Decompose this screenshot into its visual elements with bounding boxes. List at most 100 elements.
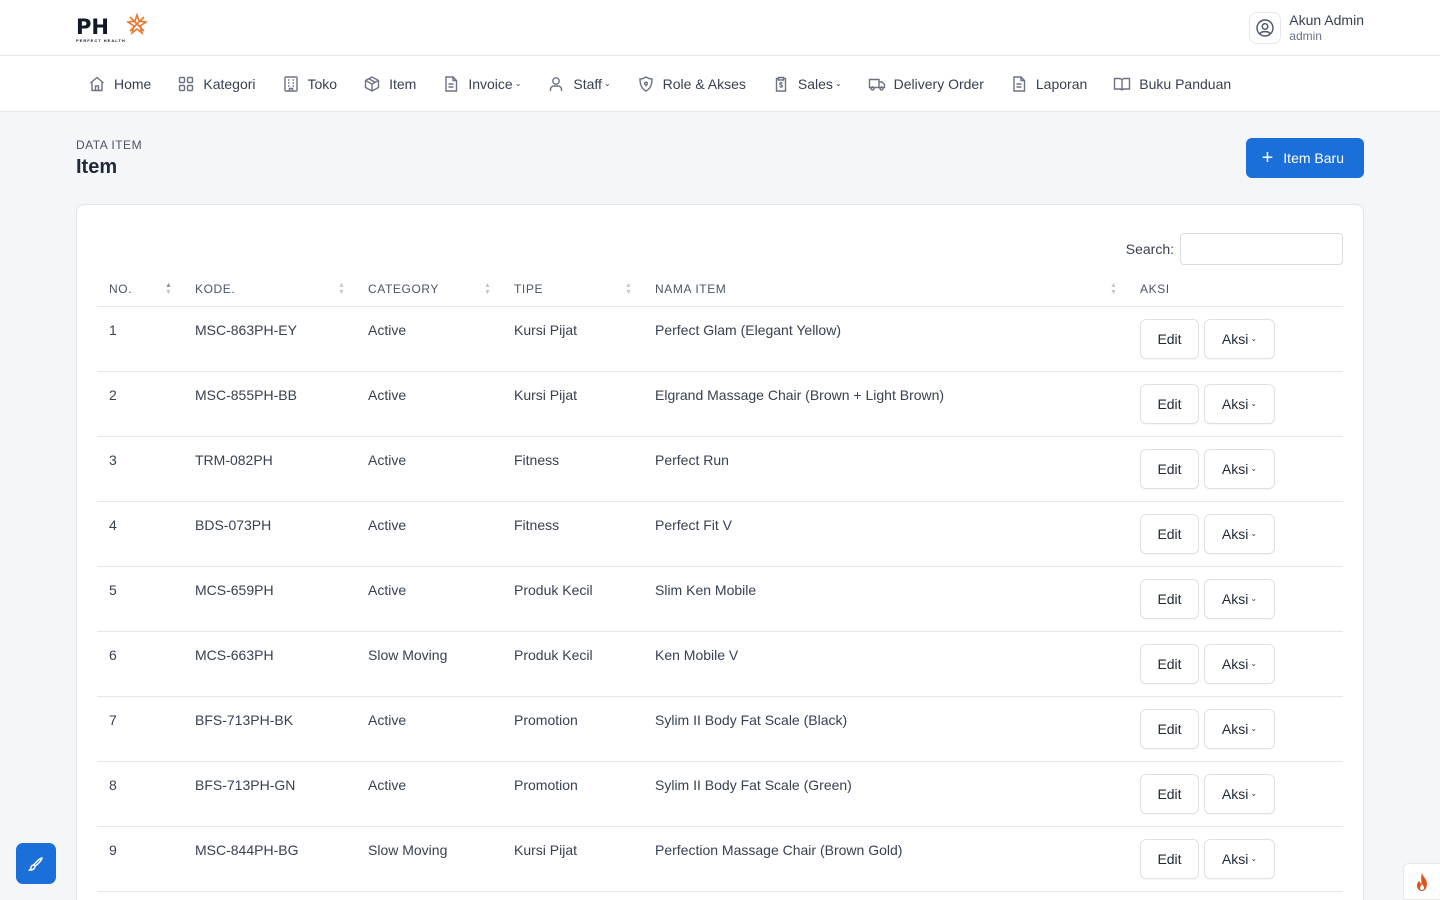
nav-sales[interactable]: Sales ⌄ [772,75,842,93]
aksi-label: Aksi [1221,655,1249,672]
aksi-label: Aksi [1221,525,1249,542]
column-header-no[interactable]: NO. ▲ ▼ [97,273,183,307]
row-actions: Edit Aksi ⌄ [1128,631,1343,697]
item-category: Active [356,566,502,632]
brand-logo[interactable]: PH PERFECT HEALTH [76,12,148,43]
table-row: 1 MSC-863PH-EY Active Kursi Pijat Perfect Gl… [97,306,1343,372]
aksi-label: Aksi [1221,395,1249,412]
edit-button[interactable]: Edit [1140,838,1199,879]
row-actions: Edit Aksi ⌄ [1128,826,1343,892]
aksi-label: Aksi [1221,850,1249,867]
aksi-dropdown-button[interactable]: Aksi ⌄ [1204,513,1275,554]
edit-button[interactable]: Edit [1140,318,1199,359]
row-actions: Edit Aksi ⌄ [1128,696,1343,762]
sort-icon: ▲ ▼ [1110,282,1118,296]
search-label: Search: [1125,241,1174,257]
edit-button[interactable]: Edit [1140,448,1199,489]
new-item-label: Item Baru [1283,150,1344,166]
page-header: DATA ITEM Item + Item Baru [0,112,1440,179]
table-body: 1 MSC-863PH-EY Active Kursi Pijat Perfect Gl… [97,306,1343,892]
item-type: Promotion [502,696,643,762]
edit-button[interactable]: Edit [1140,513,1199,554]
table-row: 8 BFS-713PH-GN Active Promotion Sylim II Bod… [97,761,1343,827]
item-type: Kursi Pijat [502,826,643,892]
column-header-category[interactable]: CATEGORY ▲ ▼ [356,273,502,307]
nav-buku-panduan[interactable]: Buku Panduan [1113,75,1231,93]
item-code: BFS-713PH-GN [183,761,356,827]
edit-button[interactable]: Edit [1140,773,1199,814]
chevron-down-icon: ⌄ [1250,854,1258,863]
chevron-down-icon: ⌄ [1250,594,1258,603]
aksi-dropdown-button[interactable]: Aksi ⌄ [1204,708,1275,749]
nav-label: Home [114,75,152,92]
nav-label: Staff [573,75,602,92]
building-icon [283,75,298,92]
item-type: Kursi Pijat [502,306,643,372]
chevron-down-icon: ⌄ [1250,724,1258,733]
search-input[interactable] [1180,233,1343,265]
row-number: 2 [97,371,183,437]
nav-item[interactable]: Item [363,75,416,93]
column-header-nama-item[interactable]: NAMA ITEM ▲ ▼ [643,273,1128,307]
aksi-dropdown-button[interactable]: Aksi ⌄ [1204,578,1275,619]
item-name: Perfect Run [643,436,1128,502]
nav-invoice[interactable]: Invoice ⌄ [442,75,521,93]
nav-delivery-order[interactable]: Delivery Order [868,75,984,93]
shield-icon [638,75,653,92]
item-type: Fitness [502,501,643,567]
grid-icon [179,76,194,91]
edit-button[interactable]: Edit [1140,578,1199,619]
sort-icon: ▲ ▼ [165,282,173,296]
aksi-dropdown-button[interactable]: Aksi ⌄ [1204,448,1275,489]
column-header-aksi: AKSI [1128,273,1343,307]
aksi-dropdown-button[interactable]: Aksi ⌄ [1204,383,1275,424]
nav-laporan[interactable]: Laporan [1010,75,1087,93]
customize-button[interactable] [16,843,56,884]
nav-kategori[interactable]: Kategori [177,75,256,93]
table-row: 9 MSC-844PH-BG Slow Moving Kursi Pijat Perfe… [97,826,1343,892]
item-type: Produk Kecil [502,631,643,697]
nav-staff[interactable]: Staff ⌄ [547,75,611,93]
aksi-dropdown-button[interactable]: Aksi ⌄ [1204,838,1275,879]
item-name: Perfect Glam (Elegant Yellow) [643,306,1128,372]
row-actions: Edit Aksi ⌄ [1128,501,1343,567]
nav-label: Role & Akses [662,75,746,92]
account-menu[interactable]: Akun Admin admin [1249,11,1364,44]
item-category: Active [356,696,502,762]
home-icon [90,76,104,91]
column-header-tipe[interactable]: TIPE ▲ ▼ [502,273,643,307]
row-actions: Edit Aksi ⌄ [1128,371,1343,437]
item-table-card: Search: NO. ▲ ▼ KODE. ▲ ▼ CATEGORY ▲ ▼ TIPE ▲ ▼ … [76,204,1364,900]
page-title: Item [76,156,118,178]
nav-home[interactable]: Home [88,75,151,93]
row-actions: Edit Aksi ⌄ [1128,306,1343,372]
aksi-dropdown-button[interactable]: Aksi ⌄ [1204,643,1275,684]
item-table: NO. ▲ ▼ KODE. ▲ ▼ CATEGORY ▲ ▼ TIPE ▲ ▼ NAMA ITE… [97,273,1343,892]
nav-role-akses[interactable]: Role & Akses [637,75,746,93]
file-icon [445,75,458,92]
new-item-button[interactable]: + Item Baru [1245,138,1364,178]
item-type: Produk Kecil [502,566,643,632]
aksi-dropdown-button[interactable]: Aksi ⌄ [1204,773,1275,814]
chevron-down-icon: ⌄ [834,79,842,88]
report-icon [1013,75,1026,92]
aksi-dropdown-button[interactable]: Aksi ⌄ [1204,318,1275,359]
table-row: 6 MCS-663PH Slow Moving Produk Kecil Ken Mob… [97,631,1343,697]
item-category: Active [356,371,502,437]
main-nav: Home Kategori Toko Item Invoice ⌄ Staff … [0,56,1440,112]
row-actions: Edit Aksi ⌄ [1128,566,1343,632]
column-header-kode[interactable]: KODE. ▲ ▼ [183,273,356,307]
logo-star-icon [125,12,148,35]
item-type: Kursi Pijat [502,371,643,437]
item-category: Active [356,501,502,567]
nav-toko[interactable]: Toko [282,75,337,93]
user-icon [550,76,563,91]
edit-button[interactable]: Edit [1140,383,1199,424]
nav-label: Sales [797,75,833,92]
table-row: 7 BFS-713PH-BK Active Promotion Sylim II Bod… [97,696,1343,762]
row-number: 5 [97,566,183,632]
truck-icon [868,78,885,91]
fire-widget-button[interactable] [1403,863,1440,900]
edit-button[interactable]: Edit [1140,643,1199,684]
edit-button[interactable]: Edit [1140,708,1199,749]
